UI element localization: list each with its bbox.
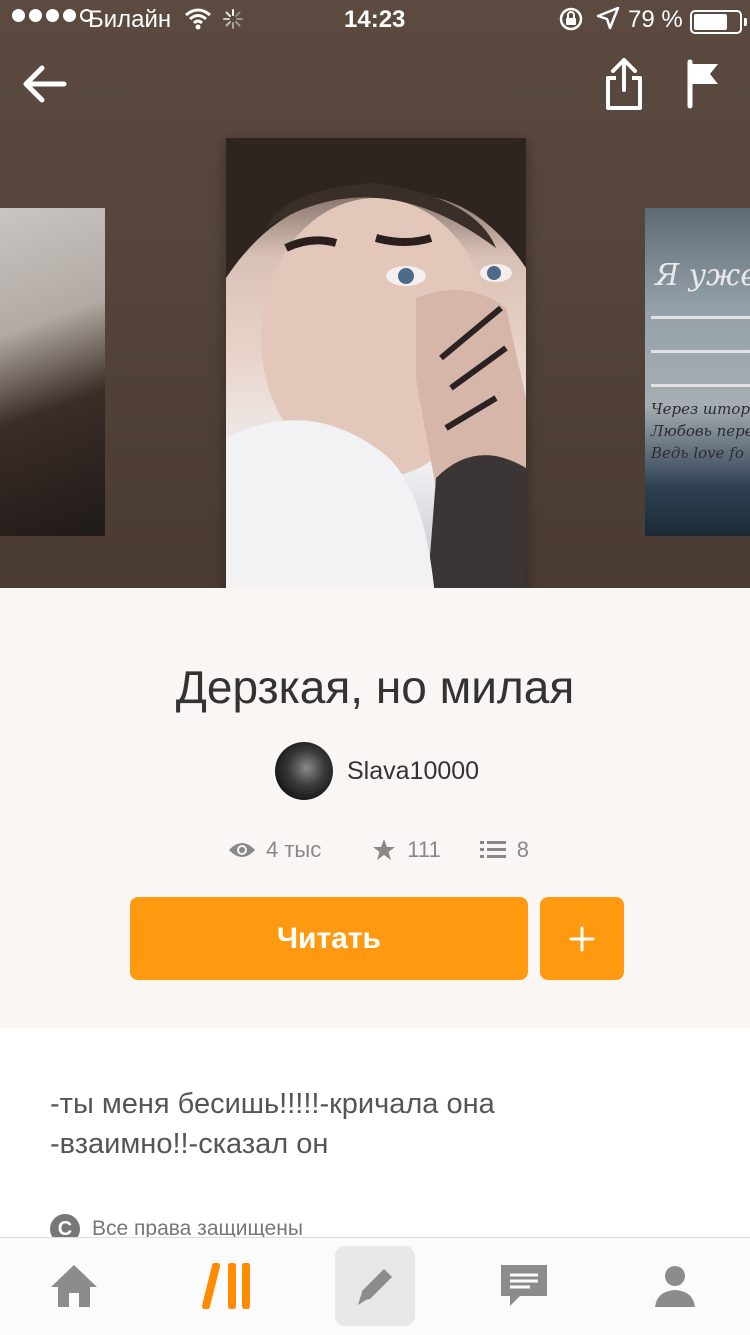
- story-title: Дерзкая, но милая: [175, 661, 575, 713]
- back-arrow-icon[interactable]: [20, 58, 72, 110]
- author-avatar[interactable]: [275, 742, 333, 800]
- pencil-icon: [358, 1269, 392, 1305]
- votes-stat: 111: [371, 837, 441, 863]
- cover-illustration: [226, 138, 526, 588]
- tab-profile[interactable]: [635, 1246, 715, 1326]
- cover-carousel: Я уже Через штор Любовь пере Ведь love f…: [0, 0, 750, 588]
- story-cover[interactable]: [226, 138, 526, 588]
- story-stats: 4 тыс 111 8: [228, 832, 529, 868]
- report-flag-icon[interactable]: [680, 58, 728, 110]
- tab-home[interactable]: [34, 1246, 114, 1326]
- wattpad-logo-icon: [202, 1263, 250, 1309]
- reads-count: 4 тыс: [266, 837, 322, 862]
- parts-stat: 8: [479, 837, 529, 863]
- signal-strength-icon: [12, 9, 93, 22]
- tab-discover[interactable]: [187, 1246, 267, 1326]
- tab-write[interactable]: [335, 1246, 415, 1326]
- user-icon: [655, 1266, 695, 1307]
- plus-icon: [569, 926, 595, 951]
- next-story-cover[interactable]: Я уже Через штор Любовь пере Ведь love f…: [645, 208, 750, 536]
- location-arrow-icon: [596, 6, 620, 30]
- next-cover-line: Любовь пере: [651, 422, 750, 440]
- story-description: -ты меня бесишь!!!!!-кричала она -взаимн…: [50, 1088, 495, 1160]
- rotation-lock-icon: [559, 7, 583, 31]
- add-to-library-button[interactable]: [540, 897, 624, 980]
- arrow-decoration: [651, 384, 750, 387]
- wifi-icon: [185, 8, 211, 30]
- clock: 14:23: [344, 6, 406, 33]
- story-description-card: -ты меня бесишь!!!!!-кричала она -взаимн…: [0, 1028, 750, 1248]
- bottom-tab-bar: [0, 1237, 750, 1335]
- tab-messages[interactable]: [484, 1246, 564, 1326]
- battery-icon: [690, 10, 747, 34]
- battery-percent: 79 %: [628, 6, 683, 33]
- next-cover-line: Через штор: [651, 400, 750, 418]
- votes-count: 111: [407, 837, 441, 862]
- author-name[interactable]: Slava10000: [347, 757, 479, 786]
- reads-stat: 4 тыс: [228, 837, 321, 863]
- share-icon[interactable]: [600, 56, 648, 112]
- next-cover-line: Ведь love fo: [651, 444, 744, 462]
- star-icon: [373, 839, 396, 860]
- status-bar: Билайн 14:23 79 %: [0, 0, 750, 40]
- parts-count: 8: [516, 837, 529, 862]
- arrow-decoration: [651, 350, 750, 353]
- eye-icon: [229, 843, 255, 857]
- activity-spinner-icon: [223, 9, 243, 29]
- next-cover-title: Я уже: [655, 258, 750, 293]
- author-link[interactable]: Slava10000: [275, 741, 479, 801]
- battery-level: [694, 14, 728, 30]
- chat-icon: [501, 1265, 547, 1306]
- list-icon: [479, 841, 506, 858]
- arrow-decoration: [651, 316, 750, 319]
- home-icon: [51, 1265, 97, 1307]
- carrier-name: Билайн: [88, 6, 172, 33]
- read-button[interactable]: Читать: [130, 897, 528, 980]
- previous-story-cover[interactable]: [0, 208, 105, 536]
